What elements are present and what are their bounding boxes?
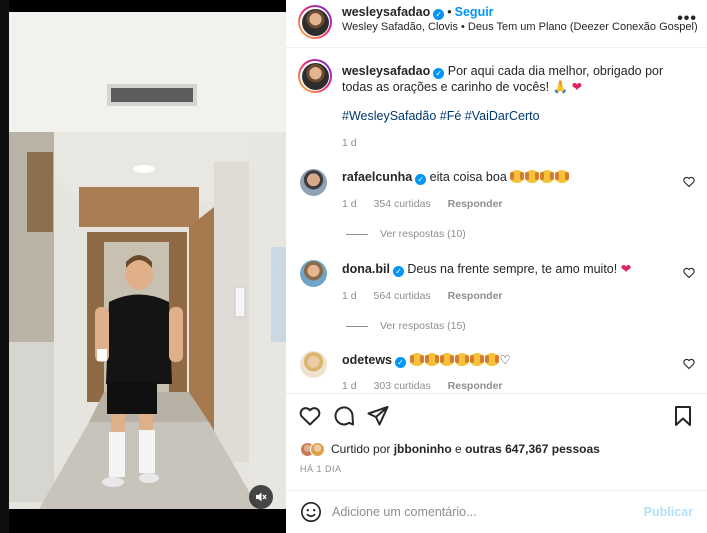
heart-emoji: ❤	[571, 80, 583, 94]
view-replies-button[interactable]: Ver respostas (15)	[346, 320, 466, 332]
commenter-avatar[interactable]	[300, 169, 327, 196]
verified-icon: ✓	[433, 9, 445, 20]
caption: wesleysafadao ✓ Por aqui cada dia melhor,…	[342, 63, 687, 95]
heart-emoji: ❤	[620, 262, 632, 276]
likes-count[interactable]: outras 647,367 pessoas	[465, 442, 600, 456]
comment-likes[interactable]: 564 curtidas	[374, 290, 431, 302]
share-icon[interactable]	[366, 404, 390, 428]
verified-icon: ✓	[395, 357, 407, 368]
follow-button[interactable]: Seguir	[455, 5, 494, 19]
comment-meta: 1 d 303 curtidas Responder	[342, 380, 503, 392]
verified-icon: ✓	[415, 174, 427, 185]
publish-button[interactable]: Publicar	[644, 505, 693, 519]
comment-text: odetews ✓ ♡	[342, 352, 511, 368]
comments-section: wesleysafadao ✓ Por aqui cada dia melhor,…	[286, 49, 707, 392]
audio-link[interactable]: Wesley Safadão, Clovis • Deus Tem um Pla…	[342, 21, 698, 33]
author-avatar[interactable]	[298, 5, 332, 39]
mute-icon	[256, 492, 267, 502]
post-timestamp[interactable]: HÁ 1 DIA	[300, 464, 342, 474]
post-header: wesleysafadao ✓ • Seguir Wesley Safadão, Cl…	[286, 0, 707, 48]
commenter-avatar[interactable]	[300, 260, 327, 287]
verified-icon: ✓	[392, 266, 404, 277]
reply-button[interactable]: Responder	[448, 380, 503, 392]
comment-meta: 1 d 564 curtidas Responder	[342, 290, 503, 302]
video-frame	[9, 12, 286, 509]
caption-avatar[interactable]	[298, 59, 332, 93]
background-edge	[0, 0, 9, 533]
likes-summary[interactable]: Curtido por jbboninho e outras 647,367 p…	[300, 440, 600, 458]
like-icon[interactable]	[298, 404, 322, 428]
emoji-group	[510, 170, 570, 184]
comment-like-icon[interactable]	[683, 176, 695, 188]
action-bar	[286, 393, 707, 438]
liker-avatar	[310, 441, 325, 457]
white-heart-emoji: ♡	[499, 353, 511, 367]
post-video[interactable]	[9, 12, 286, 509]
author-username[interactable]: wesleysafadao	[342, 5, 430, 19]
caption-meta: 1 d	[342, 137, 371, 149]
comment-likes[interactable]: 303 curtidas	[374, 380, 431, 392]
likes-text: Curtido por jbboninho e outras 647,367 p…	[331, 442, 600, 456]
media-pane	[9, 0, 286, 533]
more-icon[interactable]: •••	[677, 10, 697, 28]
comment-text: rafaelcunha ✓ eita coisa boa	[342, 170, 570, 185]
verified-icon: ✓	[433, 68, 445, 79]
post-panel: wesleysafadao ✓ • Seguir Wesley Safadão, Cl…	[286, 0, 707, 533]
emoji-group	[409, 353, 500, 367]
liker-username[interactable]: jbboninho	[394, 442, 452, 456]
comment-text: dona.bil ✓ Deus na frente sempre, te amo …	[342, 262, 632, 277]
caption-age: 1 d	[342, 137, 357, 149]
emoji-icon[interactable]	[300, 501, 322, 523]
add-comment-bar: Publicar	[286, 490, 707, 533]
comment-likes[interactable]: 354 curtidas	[374, 198, 431, 210]
comment-username[interactable]: odetews	[342, 353, 392, 367]
commenter-avatar[interactable]	[300, 351, 327, 378]
header-title: wesleysafadao ✓ • Seguir	[342, 5, 494, 20]
comment-input[interactable]	[332, 499, 632, 525]
comment-username[interactable]: rafaelcunha	[342, 170, 412, 184]
reply-button[interactable]: Responder	[448, 290, 503, 302]
caption-username[interactable]: wesleysafadao	[342, 64, 430, 78]
comment-meta: 1 d 354 curtidas Responder	[342, 198, 503, 210]
comment-username[interactable]: dona.bil	[342, 262, 390, 276]
caption-hashtags[interactable]: #WesleySafadão #Fé #VaiDarCerto	[342, 109, 540, 123]
reply-button[interactable]: Responder	[448, 198, 503, 210]
comment-icon[interactable]	[332, 404, 356, 428]
mute-button[interactable]	[249, 485, 273, 509]
comment-like-icon[interactable]	[683, 358, 695, 370]
view-replies-button[interactable]: Ver respostas (10)	[346, 228, 466, 240]
save-icon[interactable]	[671, 404, 695, 428]
comment-like-icon[interactable]	[683, 267, 695, 279]
